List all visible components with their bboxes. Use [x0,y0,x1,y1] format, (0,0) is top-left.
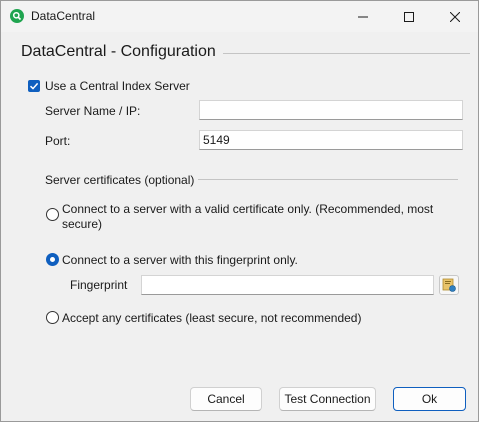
central-index-checkbox[interactable] [28,80,40,92]
certificates-group-label: Server certificates (optional) [45,173,195,187]
close-icon [450,11,460,22]
certificate-folder-icon [442,278,456,292]
server-name-input[interactable] [199,100,463,120]
maximize-icon [404,11,414,22]
radio-valid-certificate-label[interactable]: Connect to a server with a valid certifi… [62,202,433,216]
maximize-button[interactable] [386,1,432,32]
radio-fingerprint[interactable] [46,253,59,266]
close-button[interactable] [432,1,478,32]
ok-button[interactable]: Ok [393,387,466,411]
fingerprint-browse-button[interactable] [439,275,459,295]
window-title: DataCentral [31,9,96,23]
radio-fingerprint-label[interactable]: Connect to a server with this fingerprin… [62,253,298,267]
port-input[interactable] [199,130,463,150]
checkmark-icon [29,82,39,90]
fingerprint-input[interactable] [141,275,434,295]
cancel-button[interactable]: Cancel [190,387,262,411]
config-dialog: DataCentral DataCentral - Configuration … [0,0,479,422]
datacentral-app-icon [10,9,24,23]
radio-any-certificate-label[interactable]: Accept any certificates (least secure, n… [62,311,361,325]
minimize-icon [358,16,368,17]
dialog-heading: DataCentral - Configuration [21,43,216,60]
title-bar[interactable]: DataCentral [1,1,478,32]
minimize-button[interactable] [340,1,386,32]
radio-valid-certificate[interactable] [46,208,59,221]
central-index-label[interactable]: Use a Central Index Server [45,79,190,93]
heading-divider [223,53,470,54]
test-connection-button[interactable]: Test Connection [279,387,376,411]
radio-any-certificate[interactable] [46,311,59,324]
radio-valid-certificate-label-cont[interactable]: secure) [62,217,102,231]
port-label: Port: [45,134,71,148]
fingerprint-label: Fingerprint [70,278,128,292]
server-name-label: Server Name / IP: [45,104,141,118]
certificates-group-divider [198,179,458,180]
